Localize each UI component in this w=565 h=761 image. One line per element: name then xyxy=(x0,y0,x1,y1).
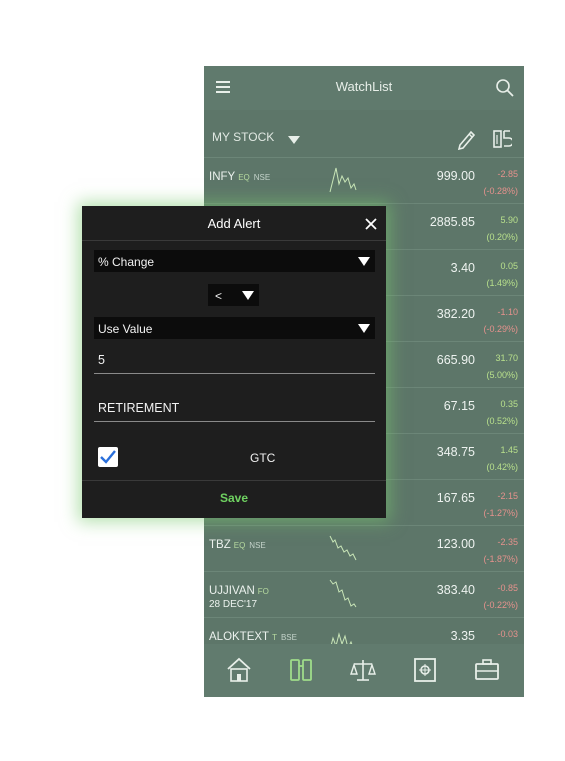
stock-change: -2.35 xyxy=(497,537,518,547)
stock-price: 383.40 xyxy=(436,583,475,597)
bottom-nav xyxy=(204,644,524,697)
sparkline xyxy=(329,579,357,608)
stock-change-percent: (0.52%) xyxy=(486,416,518,426)
top-bar: WatchList xyxy=(204,66,524,110)
chevron-down-icon xyxy=(242,291,254,300)
operator-select[interactable]: < xyxy=(208,284,259,306)
stock-change: -1.10 xyxy=(497,307,518,317)
value-input[interactable]: 5 xyxy=(94,349,375,374)
alert-type-select[interactable]: % Change xyxy=(94,250,375,272)
watchlist-selector-bar: MY STOCK xyxy=(204,120,524,162)
stock-price: 2885.85 xyxy=(429,215,475,229)
sort-icon[interactable] xyxy=(492,128,512,150)
stock-change-percent: (-0.29%) xyxy=(483,324,518,334)
chevron-down-icon xyxy=(358,324,370,333)
stock-change-percent: (0.20%) xyxy=(486,232,518,242)
stock-change-percent: (-0.22%) xyxy=(483,600,518,610)
home-icon[interactable] xyxy=(226,656,252,684)
stock-change: -2.85 xyxy=(497,169,518,179)
stock-price: 67.15 xyxy=(443,399,475,413)
page-title: WatchList xyxy=(335,79,393,94)
stock-change-percent: (5.00%) xyxy=(486,370,518,380)
gtc-label: GTC xyxy=(250,451,276,465)
stock-change: -2.15 xyxy=(497,491,518,501)
alert-name-input[interactable]: RETIREMENT xyxy=(94,397,375,422)
stock-change-percent: (1.49%) xyxy=(486,278,518,288)
stock-change: -0.03 xyxy=(497,629,518,639)
stock-change: 1.45 xyxy=(500,445,518,455)
save-button[interactable]: Save xyxy=(82,491,386,505)
stock-row[interactable]: INFY EQ NSE 999.00 -2.85 (-0.28%) xyxy=(204,157,524,203)
value-mode-select[interactable]: Use Value xyxy=(94,317,375,339)
briefcase-icon[interactable] xyxy=(474,656,500,684)
stock-change: 0.05 xyxy=(500,261,518,271)
divider xyxy=(82,480,386,481)
sparkline xyxy=(329,167,357,193)
add-alert-dialog: Add Alert % Change < Use Value 5 RETIREM… xyxy=(82,206,386,518)
stock-price: 3.40 xyxy=(450,261,475,275)
stock-price: 167.65 xyxy=(436,491,475,505)
gtc-checkbox[interactable] xyxy=(98,447,118,467)
stock-change-percent: (-0.28%) xyxy=(483,186,518,196)
stock-change-percent: (-1.27%) xyxy=(483,508,518,518)
pencil-icon[interactable] xyxy=(456,128,476,150)
safe-icon[interactable] xyxy=(412,656,438,684)
stock-price: 3.35 xyxy=(450,629,475,643)
stock-row[interactable]: UJJIVAN FO 28 DEC'17 383.40 -0.85 (-0.22%… xyxy=(204,571,524,617)
dialog-header: Add Alert xyxy=(82,206,386,241)
stock-change: -0.85 xyxy=(497,583,518,593)
close-icon[interactable] xyxy=(365,218,377,230)
stock-change-percent: (0.42%) xyxy=(486,462,518,472)
checkmark-icon xyxy=(100,450,116,464)
stock-price: 999.00 xyxy=(436,169,475,183)
dialog-title: Add Alert xyxy=(207,216,261,231)
stock-price: 382.20 xyxy=(436,307,475,321)
stock-price: 665.90 xyxy=(436,353,475,367)
sparkline xyxy=(329,535,357,561)
stock-price: 123.00 xyxy=(436,537,475,551)
stock-symbol: ALOKTEXT T BSE xyxy=(209,631,297,643)
stock-symbol: INFY EQ NSE xyxy=(209,171,271,183)
chevron-down-icon[interactable] xyxy=(288,136,300,144)
stock-price: 348.75 xyxy=(436,445,475,459)
watchlist-name[interactable]: MY STOCK xyxy=(212,130,274,144)
stock-change: 31.70 xyxy=(495,353,518,363)
stock-symbol: TBZ EQ NSE xyxy=(209,539,266,551)
stock-change: 0.35 xyxy=(500,399,518,409)
search-icon[interactable] xyxy=(495,78,515,98)
stock-change: 5.90 xyxy=(500,215,518,225)
scales-icon[interactable] xyxy=(350,656,376,684)
stock-change-percent: (-1.87%) xyxy=(483,554,518,564)
expiry-date: 28 DEC'17 xyxy=(209,599,258,610)
chevron-down-icon xyxy=(358,257,370,266)
stock-symbol: UJJIVAN FO xyxy=(209,585,269,597)
binoculars-icon[interactable] xyxy=(288,656,314,684)
stock-row[interactable]: TBZ EQ NSE 123.00 -2.35 (-1.87%) xyxy=(204,525,524,571)
